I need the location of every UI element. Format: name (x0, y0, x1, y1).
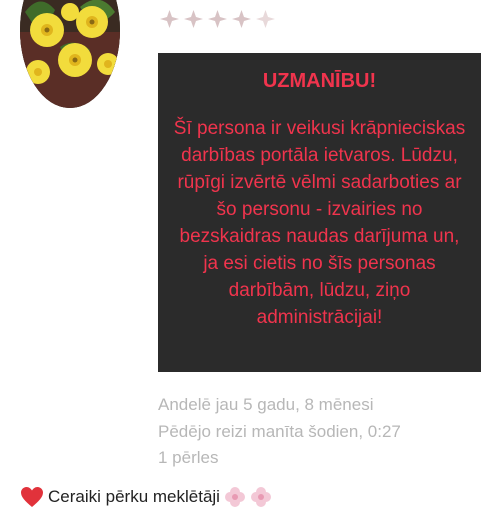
warning-text: Šī persona ir veikusi krāpnieciskas darb… (173, 118, 466, 328)
diamond-star-icon (232, 10, 251, 28)
diamond-star-icon (256, 10, 275, 28)
bio-text: Ceraiki pērku meklētāji (48, 487, 220, 506)
bio-line: Ceraiki pērku meklētāji (20, 486, 272, 508)
member-since: Andelē jau 5 gadu, 8 mēnesi (158, 395, 374, 414)
pearls-count: 1 pērles (158, 448, 219, 467)
diamond-star-icon (208, 10, 227, 28)
pink-flower-icon (224, 487, 245, 507)
diamond-star-icon (184, 10, 203, 28)
avatar[interactable] (20, 0, 120, 108)
pink-flower-icon (250, 487, 271, 507)
red-heart-icon (21, 487, 43, 507)
warning-title: UZMANĪBU! (262, 70, 377, 92)
diamond-star-icon (160, 10, 179, 28)
last-seen: Pēdējo reizi manīta šodien, 0:27 (158, 421, 401, 441)
profile-stats: Andelē jau 5 gadu, 8 mēnesi Pēdējo reizi… (158, 392, 401, 472)
avatar-photo (20, 0, 120, 108)
rating-stars (158, 4, 277, 34)
fraud-warning-box: UZMANĪBU! Šī persona ir veikusi krāpniec… (158, 53, 481, 372)
